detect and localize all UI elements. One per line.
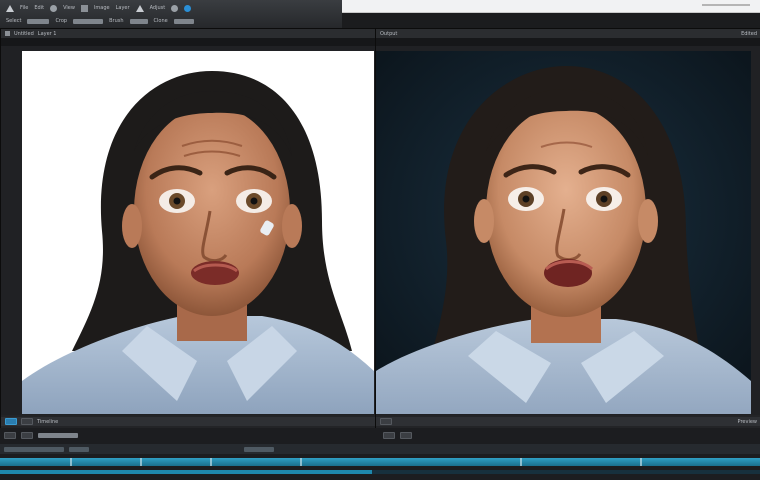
stop-button[interactable] bbox=[21, 431, 33, 439]
right-image-panel: Output Edited Preview bbox=[375, 28, 760, 430]
right-panel-subbar bbox=[376, 38, 760, 46]
timeline-keyframe[interactable] bbox=[520, 458, 522, 466]
left-panel-controls: Timeline bbox=[1, 417, 375, 426]
scroll-rule bbox=[702, 4, 750, 6]
timeline-playhead[interactable] bbox=[300, 458, 302, 466]
menu-item-image[interactable]: Image bbox=[94, 5, 110, 11]
tool-select[interactable]: Select bbox=[6, 18, 21, 24]
play-button[interactable] bbox=[4, 431, 16, 439]
eraser-icon[interactable] bbox=[80, 4, 88, 12]
right-panel-tab[interactable]: Edited bbox=[741, 31, 757, 37]
tool-option-field[interactable] bbox=[73, 18, 104, 24]
left-panel-header: Untitled Layer 1 bbox=[1, 29, 375, 38]
cursor-icon[interactable] bbox=[6, 4, 14, 12]
text-icon[interactable] bbox=[171, 4, 179, 12]
track-mute[interactable] bbox=[69, 446, 89, 452]
left-image-panel: Untitled Layer 1 Timeline bbox=[0, 28, 376, 430]
scrub-field[interactable] bbox=[38, 432, 78, 438]
loop-button[interactable] bbox=[400, 431, 412, 439]
portrait-dark-bg bbox=[376, 51, 751, 414]
info-icon[interactable] bbox=[184, 4, 192, 12]
portrait-white-bg bbox=[22, 71, 374, 414]
left-panel-tab[interactable]: Layer 1 bbox=[38, 31, 57, 37]
tool-option-size[interactable] bbox=[129, 18, 148, 24]
tool-clone[interactable]: Clone bbox=[154, 18, 168, 24]
tool-options-row: Select Crop Brush Clone bbox=[0, 15, 342, 27]
tool-brush[interactable]: Brush bbox=[109, 18, 123, 24]
tool-option-opacity[interactable] bbox=[173, 18, 194, 24]
timeline-track[interactable] bbox=[0, 458, 760, 466]
right-panel-status: Preview bbox=[376, 415, 760, 429]
left-panel-title: Untitled bbox=[14, 30, 34, 37]
left-panel-status: Timeline bbox=[1, 415, 375, 429]
tool-crop[interactable]: Crop bbox=[55, 18, 67, 24]
timeline-keyframe[interactable] bbox=[210, 458, 212, 466]
right-panel-title: Output bbox=[380, 30, 398, 37]
track-clip-label[interactable] bbox=[244, 446, 274, 452]
left-canvas[interactable] bbox=[22, 51, 374, 414]
track-name-field[interactable] bbox=[4, 446, 64, 452]
secondary-window-strip bbox=[342, 0, 760, 13]
left-zoom-button[interactable] bbox=[21, 418, 33, 425]
menu-item-layer[interactable]: Layer bbox=[116, 5, 130, 11]
track-header bbox=[0, 444, 760, 454]
menu-item-edit[interactable]: Edit bbox=[34, 5, 44, 11]
left-footer-label: Timeline bbox=[37, 418, 59, 425]
menu-item-file[interactable]: File bbox=[20, 5, 28, 11]
app-toolbar: File Edit View Image Layer Adjust Select… bbox=[0, 0, 342, 29]
right-canvas[interactable] bbox=[376, 51, 751, 414]
right-panel-header: Output Edited bbox=[376, 29, 760, 38]
menu-row: File Edit View Image Layer Adjust bbox=[0, 2, 342, 14]
fill-icon[interactable] bbox=[135, 4, 144, 12]
timeline-keyframe[interactable] bbox=[70, 458, 72, 466]
menu-item-view[interactable]: View bbox=[63, 5, 75, 11]
tool-option-slider[interactable] bbox=[27, 18, 50, 24]
timeline-dock bbox=[0, 428, 760, 480]
right-view-toggle[interactable] bbox=[380, 418, 392, 425]
right-footer-label: Preview bbox=[737, 418, 757, 425]
left-view-toggle[interactable] bbox=[5, 418, 17, 425]
brush-icon[interactable] bbox=[50, 4, 58, 12]
transport-controls bbox=[0, 430, 760, 440]
menu-item-adjust[interactable]: Adjust bbox=[150, 5, 166, 11]
timeline-keyframe[interactable] bbox=[640, 458, 642, 466]
right-panel-controls: Preview bbox=[376, 417, 760, 426]
left-panel-subbar bbox=[1, 38, 375, 46]
panel-menu-icon[interactable] bbox=[5, 31, 10, 36]
marker-button[interactable] bbox=[383, 431, 395, 439]
timeline-keyframe[interactable] bbox=[140, 458, 142, 466]
timeline-scroll-thumb[interactable] bbox=[0, 470, 372, 474]
